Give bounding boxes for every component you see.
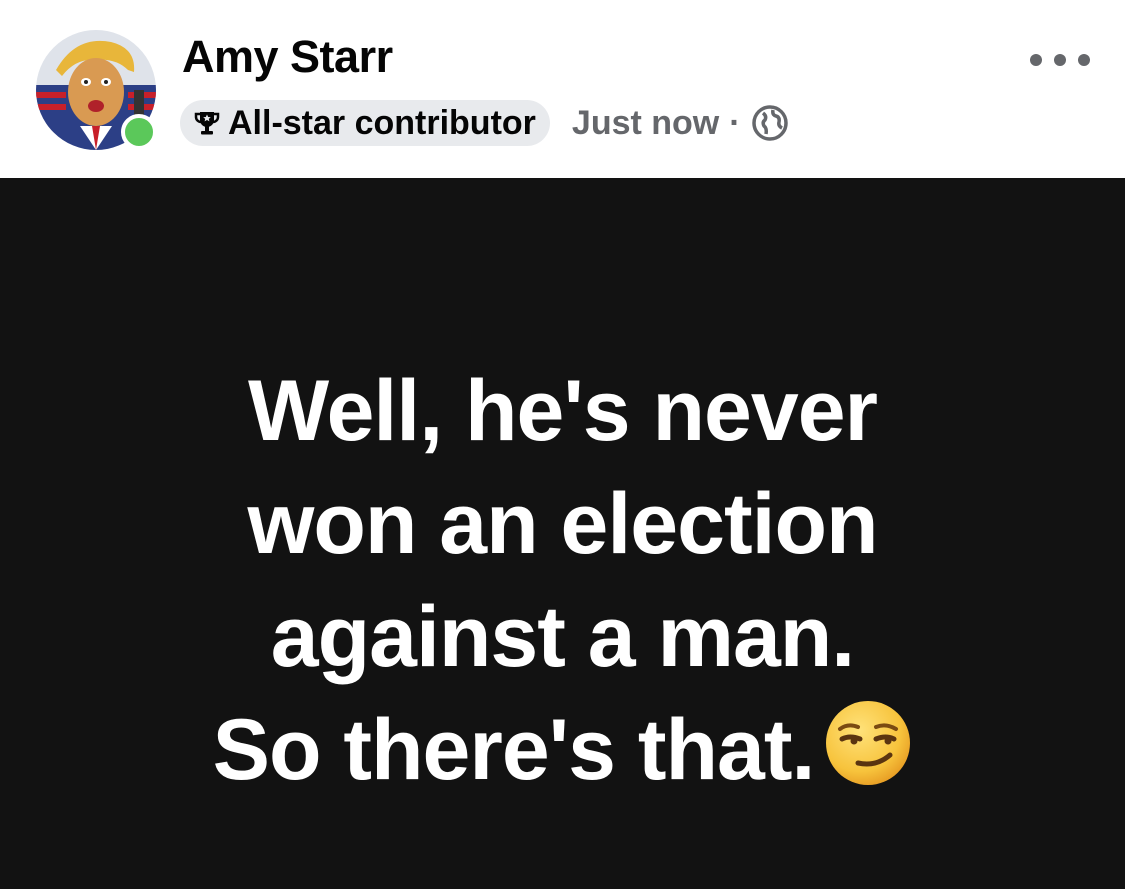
globe-icon[interactable] <box>751 104 789 142</box>
post-text-line: won an election <box>247 476 878 572</box>
post-timestamp[interactable]: Just now <box>572 106 719 140</box>
post-text-line: against a man. <box>270 589 855 685</box>
post-text-line-last: So there's that. <box>0 694 1125 807</box>
more-dot <box>1030 54 1042 66</box>
trophy-icon <box>194 112 220 135</box>
post-background[interactable]: Well, he's never won an election against… <box>0 178 1125 889</box>
post-text-line: Well, he's never <box>247 363 878 459</box>
more-dot <box>1078 54 1090 66</box>
post-text-line: So there's that. <box>212 702 816 798</box>
post-text: Well, he's never won an election against… <box>0 355 1125 807</box>
smirking-face-emoji <box>826 701 911 785</box>
post-meta: All-star contributor Just now · <box>180 100 789 146</box>
more-options-icon[interactable] <box>1030 42 1090 78</box>
online-status-indicator <box>121 114 157 150</box>
more-dot <box>1054 54 1066 66</box>
author-name[interactable]: Amy Starr <box>182 34 393 79</box>
meta-separator: · <box>729 104 741 142</box>
post-header: Amy Starr All-star contributor Just now … <box>0 0 1125 178</box>
contributor-badge[interactable]: All-star contributor <box>180 100 550 146</box>
badge-label: All-star contributor <box>228 104 536 142</box>
